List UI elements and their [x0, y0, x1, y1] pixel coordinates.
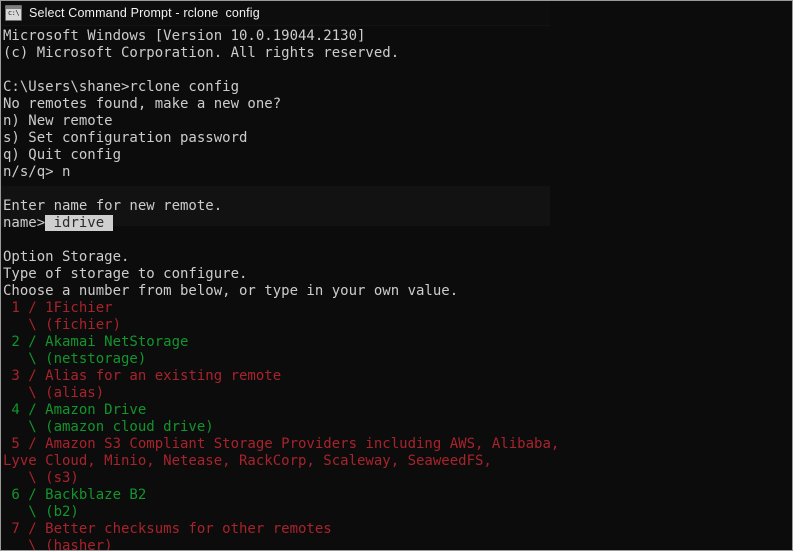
- command-prompt-icon-glyph: c:\: [7, 9, 20, 17]
- terminal-line: C:\Users\shane>rclone config: [3, 79, 792, 96]
- terminal-line: [3, 232, 792, 249]
- terminal-line-text: \ (alias): [3, 385, 105, 401]
- screenshot-root: c:\ Select Command Prompt - rclone confi…: [0, 0, 800, 552]
- terminal-line-text: Lyve Cloud, Minio, Netease, RackCorp, Sc…: [3, 453, 492, 469]
- terminal-line-text: 1 / 1Fichier: [3, 300, 113, 316]
- terminal-line: Choose a number from below, or type in y…: [3, 283, 792, 300]
- terminal-line: \ (hasher): [3, 538, 792, 550]
- terminal-line: name> idrive: [3, 215, 792, 232]
- terminal-line: 2 / Akamai NetStorage: [3, 334, 792, 351]
- terminal-line: Type of storage to configure.: [3, 266, 792, 283]
- terminal-line: 7 / Better checksums for other remotes: [3, 521, 792, 538]
- terminal-line: \ (s3): [3, 470, 792, 487]
- terminal-line: Lyve Cloud, Minio, Netease, RackCorp, Sc…: [3, 453, 792, 470]
- command-prompt-window[interactable]: c:\ Select Command Prompt - rclone confi…: [0, 0, 793, 551]
- remote-name-input[interactable]: idrive: [45, 215, 113, 231]
- terminal-line: (c) Microsoft Corporation. All rights re…: [3, 45, 792, 62]
- terminal-line-text: 3 / Alias for an existing remote: [3, 368, 282, 384]
- terminal-line: Enter name for new remote.: [3, 198, 792, 215]
- terminal-line-text: 4 / Amazon Drive: [3, 402, 147, 418]
- terminal-line: \ (amazon cloud drive): [3, 419, 792, 436]
- terminal-line: n/s/q> n: [3, 164, 792, 181]
- terminal-line-text: 2 / Akamai NetStorage: [3, 334, 189, 350]
- terminal-line-text: (c) Microsoft Corporation. All rights re…: [3, 45, 400, 61]
- terminal-line: q) Quit config: [3, 147, 792, 164]
- terminal-line: \ (alias): [3, 385, 792, 402]
- terminal-line-text: [3, 181, 11, 197]
- terminal-line-text: \ (hasher): [3, 538, 113, 550]
- terminal-line-text: Type of storage to configure.: [3, 266, 248, 282]
- terminal-line: [3, 62, 792, 79]
- terminal-line-text: [3, 62, 11, 78]
- terminal-line-text: Choose a number from below, or type in y…: [3, 283, 459, 299]
- terminal-line: n) New remote: [3, 113, 792, 130]
- terminal-line-text: name>: [3, 215, 46, 231]
- terminal-line-text: \ (amazon cloud drive): [3, 419, 214, 435]
- terminal-line: 4 / Amazon Drive: [3, 402, 792, 419]
- terminal-line: 6 / Backblaze B2: [3, 487, 792, 504]
- terminal-line-text: s) Set configuration password: [3, 130, 248, 146]
- terminal-line: No remotes found, make a new one?: [3, 96, 792, 113]
- terminal-line-text: \ (fichier): [3, 317, 122, 333]
- terminal-line-text: n) New remote: [3, 113, 113, 129]
- terminal-line: \ (fichier): [3, 317, 792, 334]
- terminal-line: [3, 181, 792, 198]
- window-titlebar[interactable]: c:\ Select Command Prompt - rclone confi…: [1, 1, 550, 26]
- terminal-line-text: 7 / Better checksums for other remotes: [3, 521, 332, 537]
- terminal-line: 1 / 1Fichier: [3, 300, 792, 317]
- terminal-line-text: C:\Users\shane>rclone config: [3, 79, 240, 95]
- terminal-line-text: [3, 232, 11, 248]
- terminal-line: 5 / Amazon S3 Compliant Storage Provider…: [3, 436, 792, 453]
- terminal-line: Option Storage.: [3, 249, 792, 266]
- window-title: Select Command Prompt - rclone config: [29, 6, 260, 20]
- terminal-line-text: \ (s3): [3, 470, 79, 486]
- terminal-line-text: 5 / Amazon S3 Compliant Storage Provider…: [3, 436, 560, 452]
- terminal-line-text: q) Quit config: [3, 147, 122, 163]
- terminal-line-text: \ (netstorage): [3, 351, 147, 367]
- terminal-line-text: \ (b2): [3, 504, 79, 520]
- command-prompt-icon: c:\: [5, 5, 22, 21]
- terminal-line-text: Option Storage.: [3, 249, 130, 265]
- terminal-line: s) Set configuration password: [3, 130, 792, 147]
- terminal-line-text: 6 / Backblaze B2: [3, 487, 147, 503]
- terminal-line: \ (b2): [3, 504, 792, 521]
- terminal-line-text: Microsoft Windows [Version 10.0.19044.21…: [3, 28, 366, 44]
- terminal-line-text: Enter name for new remote.: [3, 198, 223, 214]
- terminal-line: \ (netstorage): [3, 351, 792, 368]
- terminal-line: 3 / Alias for an existing remote: [3, 368, 792, 385]
- terminal-output-area[interactable]: Microsoft Windows [Version 10.0.19044.21…: [1, 26, 792, 550]
- terminal-line-list: Microsoft Windows [Version 10.0.19044.21…: [3, 28, 792, 550]
- terminal-line: Microsoft Windows [Version 10.0.19044.21…: [3, 28, 792, 45]
- terminal-line-text: No remotes found, make a new one?: [3, 96, 282, 112]
- terminal-line-text: n/s/q> n: [3, 164, 71, 180]
